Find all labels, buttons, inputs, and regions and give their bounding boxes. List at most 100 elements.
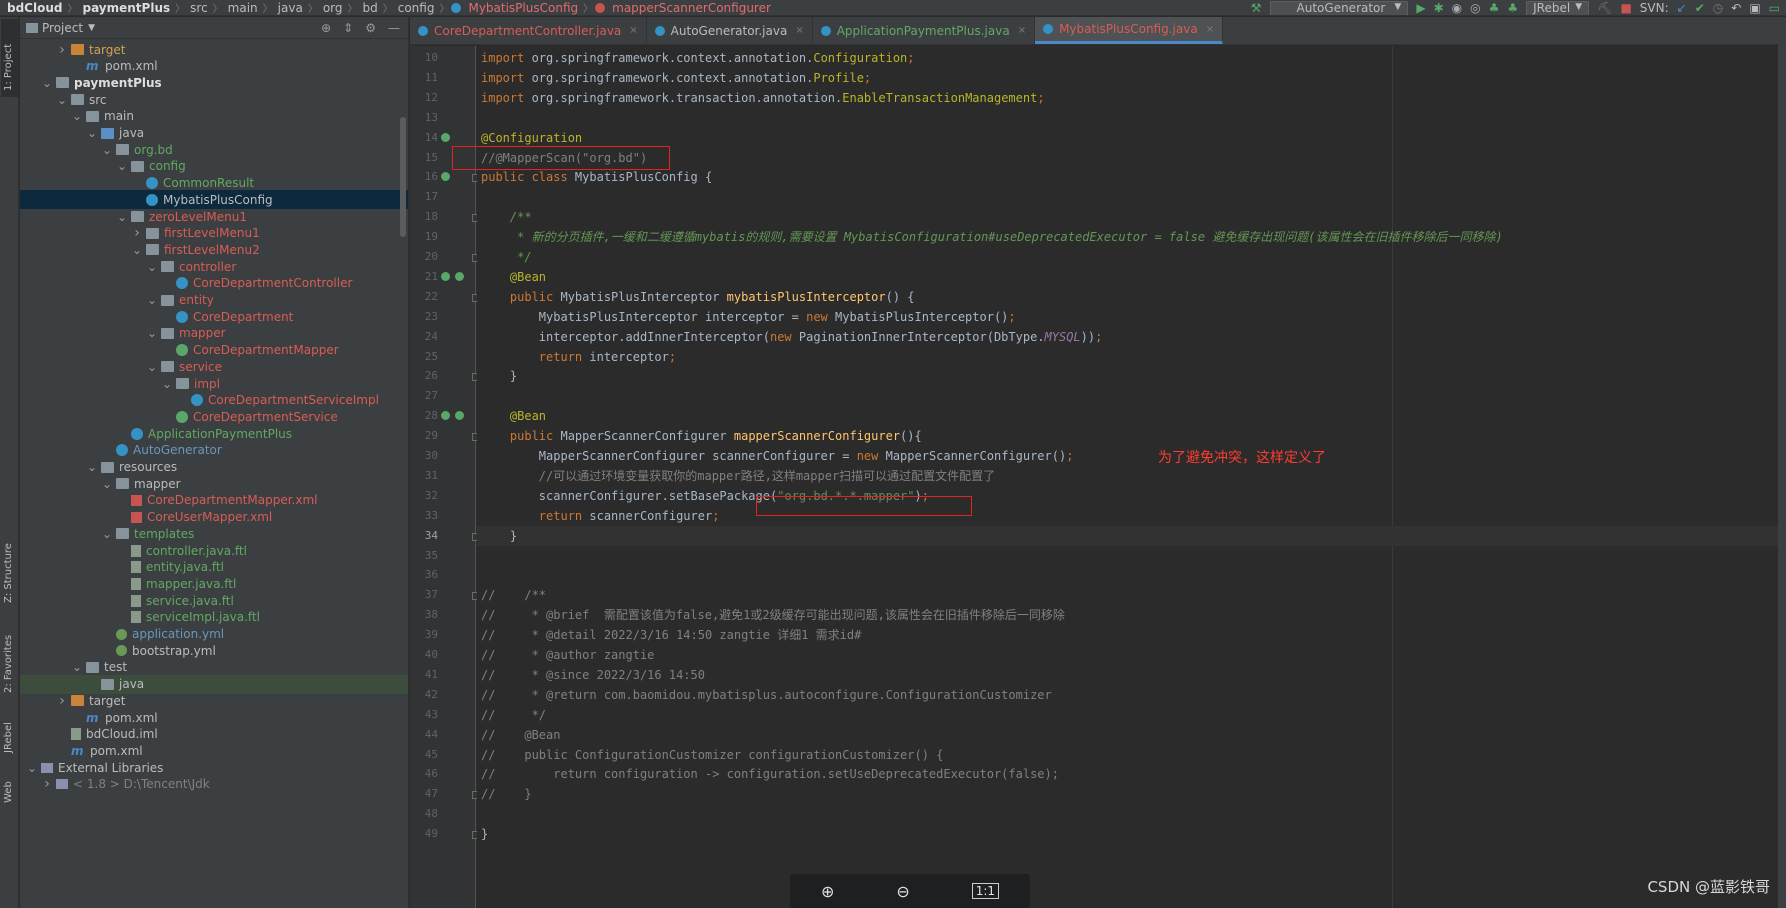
project-scrollbar[interactable]	[400, 117, 406, 237]
chevron-down-icon[interactable]: ⌄	[26, 762, 38, 774]
history-icon[interactable]: ◷	[1713, 1, 1723, 15]
profile-icon[interactable]: ◎	[1470, 1, 1480, 15]
line-number: 36	[424, 568, 438, 582]
spring-bean-icon[interactable]	[441, 132, 450, 142]
left-tool-strip: 1: Project Z: Structure 2: Favorites JRe…	[0, 17, 19, 908]
code-line: // * @since 2022/3/16 14:50	[481, 665, 705, 685]
tool-tab-favorites[interactable]: 2: Favorites	[1, 617, 18, 697]
attach-icon[interactable]: ⛏	[1597, 1, 1612, 15]
chevron-right-icon[interactable]: ›	[131, 225, 143, 241]
spring-bean-icon[interactable]	[441, 172, 450, 182]
tool-tab-structure[interactable]: Z: Structure	[1, 537, 18, 607]
tool-tab-jrebel[interactable]: JRebel	[1, 707, 18, 757]
spring-bean-icon[interactable]	[441, 271, 450, 281]
chevron-down-icon[interactable]: ⌄	[146, 327, 158, 339]
run-config-select[interactable]: AutoGenerator ▼	[1269, 0, 1409, 15]
breadcrumb-item[interactable]: mapperScannerConfigurer	[609, 1, 774, 15]
project-structure-icon[interactable]: ▣	[1749, 1, 1760, 15]
chevron-down-icon[interactable]: ▼	[88, 23, 95, 33]
breadcrumb-item[interactable]: java	[275, 1, 306, 15]
chevron-down-icon[interactable]: ⌄	[86, 127, 98, 139]
breadcrumb-item[interactable]: config	[395, 1, 438, 15]
breadcrumb-item[interactable]: main	[225, 1, 261, 15]
chevron-down-icon[interactable]: ⌄	[71, 661, 83, 673]
code-token: public	[481, 289, 561, 304]
breadcrumb-item[interactable]: src	[187, 1, 211, 15]
chevron-right-icon[interactable]: ›	[56, 42, 68, 58]
tool-tab-project[interactable]: 1: Project	[1, 19, 18, 97]
line-number: 19	[424, 230, 438, 244]
spring-bean-icon[interactable]	[441, 411, 450, 421]
package-icon	[176, 378, 189, 389]
chevron-down-icon[interactable]: ⌄	[86, 461, 98, 473]
code-token: ;	[712, 508, 720, 523]
jrebel-debug-icon[interactable]: ♣	[1507, 1, 1518, 15]
tab-autogenerator[interactable]: AutoGenerator.java ×	[647, 17, 813, 44]
close-icon[interactable]: ×	[1206, 24, 1214, 35]
breadcrumb-item[interactable]: paymentPlus	[79, 1, 173, 15]
code-line: /**	[481, 207, 532, 227]
chevron-down-icon[interactable]: ⌄	[131, 244, 143, 256]
chevron-down-icon[interactable]: ⌄	[146, 294, 158, 306]
tab-mybatisplusconfig[interactable]: MybatisPlusConfig.java ×	[1035, 17, 1224, 44]
code-editor[interactable]: import org.springframework.context.annot…	[477, 46, 1786, 908]
code-token: Configuration	[813, 51, 908, 65]
code-line: */	[481, 247, 531, 267]
class-icon	[146, 177, 158, 190]
package-icon	[161, 294, 174, 306]
tree-item-label: application.yml	[132, 627, 225, 641]
actual-size-button[interactable]: 1:1	[971, 883, 999, 899]
chevron-down-icon[interactable]: ⌄	[101, 528, 113, 540]
gear-icon[interactable]: ⚙	[365, 21, 376, 35]
breadcrumb-item[interactable]: bdCloud	[4, 1, 65, 15]
close-icon[interactable]: ×	[1018, 25, 1026, 36]
locate-icon[interactable]: ⊕	[321, 21, 331, 35]
chevron-down-icon[interactable]: ⌄	[71, 110, 83, 122]
tab-applicationpaymentplus[interactable]: ApplicationPaymentPlus.java ×	[813, 17, 1036, 44]
code-line: // @Bean	[481, 725, 560, 745]
tree-item[interactable]: › < 1.8 > D:\Tencent\Jdk	[20, 775, 408, 794]
chevron-down-icon[interactable]: ⌄	[116, 211, 128, 223]
jrebel-select[interactable]: JRebel ▼	[1526, 0, 1590, 15]
tool-tab-web[interactable]: Web	[1, 767, 18, 807]
chevron-down-icon[interactable]: ⌄	[101, 478, 113, 490]
code-token: // */	[481, 707, 547, 722]
minimize-icon[interactable]: —	[388, 21, 400, 35]
chevron-right-icon[interactable]: ›	[56, 693, 68, 709]
stop-icon[interactable]: ■	[1620, 1, 1631, 15]
coverage-icon[interactable]: ◉	[1452, 1, 1462, 15]
zoom-in-icon[interactable]: ⊕	[821, 882, 834, 901]
chevron-down-icon[interactable]: ⌄	[116, 160, 128, 172]
settings-icon[interactable]: ▭	[1769, 1, 1780, 15]
collapse-all-icon[interactable]: ⇕	[343, 21, 353, 35]
chevron-down-icon[interactable]: ⌄	[161, 378, 173, 390]
build-icon[interactable]: ⚒	[1251, 1, 1262, 15]
revert-icon[interactable]: ↶	[1731, 1, 1741, 15]
tree-item-label: CoreDepartmentMapper.xml	[147, 493, 318, 508]
run-icon[interactable]: ▶	[1416, 1, 1425, 15]
svn-commit-icon[interactable]: ✔	[1695, 1, 1705, 15]
chevron-right-icon[interactable]: ›	[41, 776, 53, 792]
library-icon	[41, 762, 53, 773]
code-token: MybatisPlusInterceptor()	[835, 309, 1009, 324]
close-icon[interactable]: ×	[629, 25, 637, 36]
breadcrumb-item[interactable]: org	[320, 1, 346, 15]
breadcrumb-item[interactable]: bd	[360, 1, 381, 15]
spring-bean-icon[interactable]	[455, 271, 464, 281]
chevron-down-icon[interactable]: ⌄	[146, 261, 158, 273]
chevron-down-icon[interactable]: ⌄	[41, 77, 53, 89]
breadcrumb-item[interactable]: MybatisPlusConfig	[465, 1, 581, 15]
chevron-down-icon[interactable]: ⌄	[56, 94, 68, 106]
debug-icon[interactable]: ✱	[1434, 1, 1444, 15]
spring-bean-icon[interactable]	[455, 411, 464, 421]
svn-update-icon[interactable]: ↙	[1677, 1, 1687, 15]
zoom-out-icon[interactable]: ⊖	[896, 882, 909, 901]
chevron-down-icon[interactable]: ⌄	[101, 144, 113, 156]
tree-item-label: External Libraries	[58, 760, 164, 775]
folder-icon	[116, 478, 129, 490]
close-icon[interactable]: ×	[795, 25, 803, 36]
chevron-down-icon[interactable]: ⌄	[146, 361, 158, 373]
jrebel-run-icon[interactable]: ♣	[1489, 1, 1500, 15]
tab-coredepartmentcontroller[interactable]: CoreDepartmentController.java ×	[410, 17, 647, 44]
project-panel-title[interactable]: Project	[42, 21, 83, 35]
